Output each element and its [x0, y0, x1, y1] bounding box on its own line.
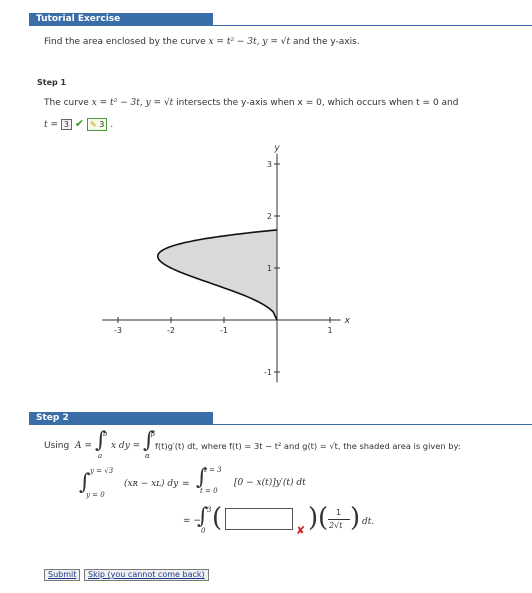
row2-lower: y = 0: [86, 491, 105, 499]
y-axis-label: y: [273, 144, 280, 154]
row2-upper-t: t = 3: [204, 466, 222, 474]
hint-value: 3: [99, 120, 105, 129]
problem-statement: Find the area enclosed by the curve x = …: [44, 37, 360, 47]
problem-text: Find the area enclosed by the curve: [44, 37, 206, 47]
period: .: [110, 120, 114, 130]
x-tick-label: -2: [167, 326, 175, 335]
y-tick-label: 2: [267, 212, 272, 221]
x-tick-label: 1: [327, 326, 332, 335]
y-tick-label: 3: [267, 160, 272, 169]
skip-button[interactable]: Skip (you cannot come back): [84, 569, 209, 581]
row2-integrand-t: [0 − x(t)]y′(t) dt: [234, 478, 306, 488]
x-axis-label: x: [344, 316, 351, 326]
int2-integrand: f(t)g′(t) dt, where f(t) = 3t − t² and g…: [155, 441, 461, 451]
step1-answer-box[interactable]: 3: [60, 119, 72, 130]
frac-num: 1: [336, 508, 342, 517]
step1-sentence-b: intersects the y-axis when x = 0, which …: [176, 98, 414, 108]
right-paren: ): [308, 503, 319, 533]
tutorial-header-bar: Tutorial Exercise: [29, 13, 213, 26]
hint-box[interactable]: ✎ 3: [86, 118, 108, 131]
int1-upper: b: [103, 430, 108, 438]
y-tick-label: 1: [267, 264, 272, 273]
step1-label: Step 1: [37, 78, 67, 87]
shaded-region: [157, 229, 277, 320]
correct-check-icon: ✔: [74, 117, 85, 130]
step2-label: Step 2: [36, 413, 69, 423]
problem-tail: and the y-axis.: [292, 37, 360, 47]
step1-sentence: The curve x = t² − 3t, y = √t intersects…: [44, 98, 458, 108]
row2-integrand: (xʀ − xʟ) dy: [124, 479, 179, 489]
left-paren: (: [212, 503, 223, 533]
x-tick-label: -1: [220, 326, 228, 335]
row2-lower-t: t = 0: [200, 487, 218, 495]
x-tick-label: -3: [114, 326, 122, 335]
tutorial-title: Tutorial Exercise: [36, 14, 121, 24]
frac-den: 2√t: [329, 521, 343, 530]
step2-A-eq: A =: [75, 441, 92, 451]
step1-sentence-c: t = 0 and: [416, 98, 459, 108]
row2-upper: y = √3: [90, 467, 114, 475]
tutorial-header-line: [213, 25, 532, 26]
step2-header-line: [213, 424, 532, 425]
integrand-input[interactable]: [225, 508, 293, 530]
incorrect-x-icon: ✘: [296, 524, 306, 537]
int2-upper: β: [151, 430, 156, 438]
row3-lower: 0: [201, 527, 206, 535]
step2-header-bar: Step 2: [29, 412, 213, 425]
step1-sentence-a: The curve: [44, 98, 89, 108]
step1-answer-row: t = 3 ✔ ✎ 3 .: [44, 117, 113, 131]
row3-tail: dt.: [362, 517, 375, 527]
int2-lower: α: [145, 452, 150, 460]
t-equals: t =: [44, 120, 59, 130]
step2-using: Using: [44, 441, 70, 451]
y-tick-label: -1: [264, 368, 272, 377]
row3-upper: 3: [207, 506, 212, 514]
parametric-graph: -3 -2 -1 1 3 2 1 -1 x y: [102, 144, 351, 383]
problem-math: x = t² − 3t, y = √t: [208, 37, 291, 47]
frac-bar: [328, 519, 350, 520]
frac-left-paren: (: [318, 503, 329, 533]
int1-integrand: x dy =: [111, 441, 141, 451]
row2-eq: =: [182, 479, 190, 489]
frac-right-paren: ): [350, 503, 361, 533]
step1-sentence-math: x = t² − 3t, y = √t: [91, 98, 174, 108]
int1-lower: a: [98, 452, 103, 460]
pencil-icon: ✎: [89, 120, 97, 129]
submit-button[interactable]: Submit: [44, 569, 81, 581]
